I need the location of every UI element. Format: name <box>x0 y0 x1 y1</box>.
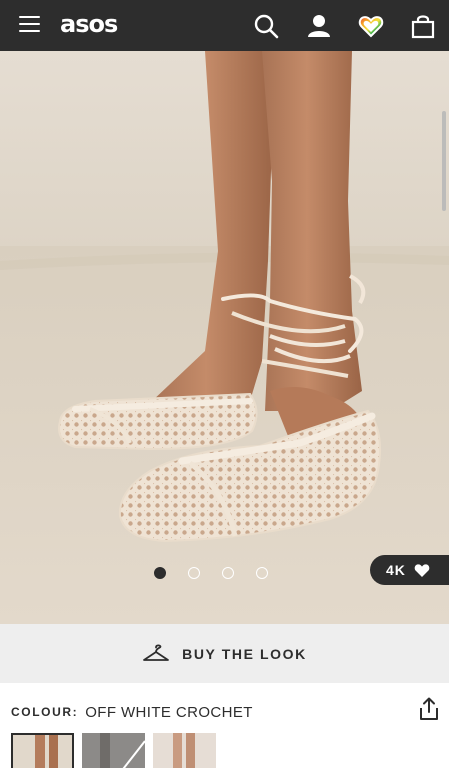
search-icon[interactable] <box>253 13 279 39</box>
share-icon[interactable] <box>418 697 440 721</box>
carousel-dot[interactable] <box>188 567 200 579</box>
product-page: asos 4K BUY THE LOOK COLOUR: OFF WHITE C… <box>0 0 449 768</box>
menu-icon[interactable] <box>19 16 40 34</box>
colour-info: COLOUR: OFF WHITE CROCHET <box>11 700 253 724</box>
colour-thumbnail[interactable] <box>82 733 145 768</box>
buy-the-look-label: BUY THE LOOK <box>182 645 307 662</box>
product-image-carousel[interactable]: 4K <box>0 51 449 624</box>
top-bar: asos <box>0 0 449 51</box>
colour-thumbnail[interactable] <box>153 733 216 768</box>
colour-thumbnails <box>11 733 216 768</box>
hanger-icon <box>143 643 170 661</box>
colour-value: OFF WHITE CROCHET <box>85 703 253 721</box>
product-image <box>0 51 449 624</box>
save-count-button[interactable]: 4K <box>370 555 449 585</box>
bag-icon[interactable] <box>410 13 436 39</box>
carousel-dot[interactable] <box>256 567 268 579</box>
asos-logo[interactable]: asos <box>60 9 118 39</box>
colour-label: COLOUR: <box>11 705 79 719</box>
carousel-dot[interactable] <box>154 567 166 579</box>
account-icon[interactable] <box>306 13 332 39</box>
saved-items-icon[interactable] <box>358 13 384 39</box>
colour-thumbnail[interactable] <box>11 733 74 768</box>
scrollbar[interactable] <box>442 111 446 211</box>
heart-icon <box>414 563 430 577</box>
buy-the-look-button[interactable]: BUY THE LOOK <box>0 624 449 683</box>
save-count: 4K <box>386 562 406 578</box>
carousel-dot[interactable] <box>222 567 234 579</box>
